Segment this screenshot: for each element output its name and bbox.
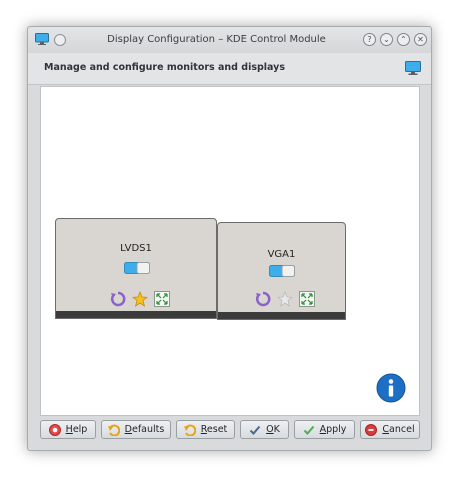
apply-button[interactable]: Apply <box>294 420 355 439</box>
window-title: Display Configuration – KDE Control Modu… <box>107 34 326 45</box>
keep-above-button[interactable] <box>54 34 66 46</box>
enable-toggle[interactable] <box>124 262 150 274</box>
cancel-icon <box>365 423 378 436</box>
reset-button[interactable]: Reset <box>176 420 235 439</box>
maximize-button[interactable]: ⌃ <box>397 33 410 46</box>
cancel-button[interactable]: Cancel <box>360 420 420 439</box>
reset-icon <box>183 424 196 436</box>
enable-toggle[interactable] <box>269 265 295 277</box>
resize-icon[interactable] <box>299 291 316 307</box>
star-icon[interactable] <box>132 290 149 307</box>
monitor-bar <box>218 312 345 319</box>
display-icon <box>405 61 421 75</box>
defaults-button[interactable]: Defaults <box>101 420 171 439</box>
info-icon[interactable] <box>376 373 406 403</box>
help-button[interactable]: Help <box>40 420 96 439</box>
help-titlebar-button[interactable]: ? <box>363 33 376 46</box>
title-bar[interactable]: Display Configuration – KDE Control Modu… <box>28 27 431 53</box>
defaults-icon <box>107 424 120 436</box>
checkmark-icon <box>249 425 261 435</box>
monitor-name: VGA1 <box>267 249 296 260</box>
module-header: Manage and configure monitors and displa… <box>28 53 431 85</box>
star-icon[interactable] <box>277 290 294 307</box>
rotate-icon[interactable] <box>255 291 271 307</box>
monitor-bar <box>56 311 216 318</box>
minimize-button[interactable]: ⌄ <box>380 33 393 46</box>
resize-icon[interactable] <box>154 291 171 307</box>
monitor-name: LVDS1 <box>120 243 152 254</box>
help-icon <box>48 423 61 436</box>
monitor-lvds1[interactable]: LVDS1 <box>55 218 217 319</box>
monitor-layout-canvas[interactable]: LVDS1 VGA1 <box>40 86 420 416</box>
rotate-icon[interactable] <box>110 291 126 307</box>
dialog-buttons: Help Defaults Reset OK Apply Cancel <box>40 420 420 440</box>
close-button[interactable]: ✕ <box>414 33 427 46</box>
kscreen-window: Display Configuration – KDE Control Modu… <box>27 26 432 451</box>
ok-button[interactable]: OK <box>240 420 289 439</box>
monitor-actions <box>255 290 318 307</box>
module-description: Manage and configure monitors and displa… <box>44 62 286 73</box>
monitor-actions <box>110 290 173 307</box>
monitor-app-icon[interactable] <box>35 33 49 45</box>
checkmark-icon <box>303 425 314 435</box>
monitor-vga1[interactable]: VGA1 <box>217 222 346 320</box>
